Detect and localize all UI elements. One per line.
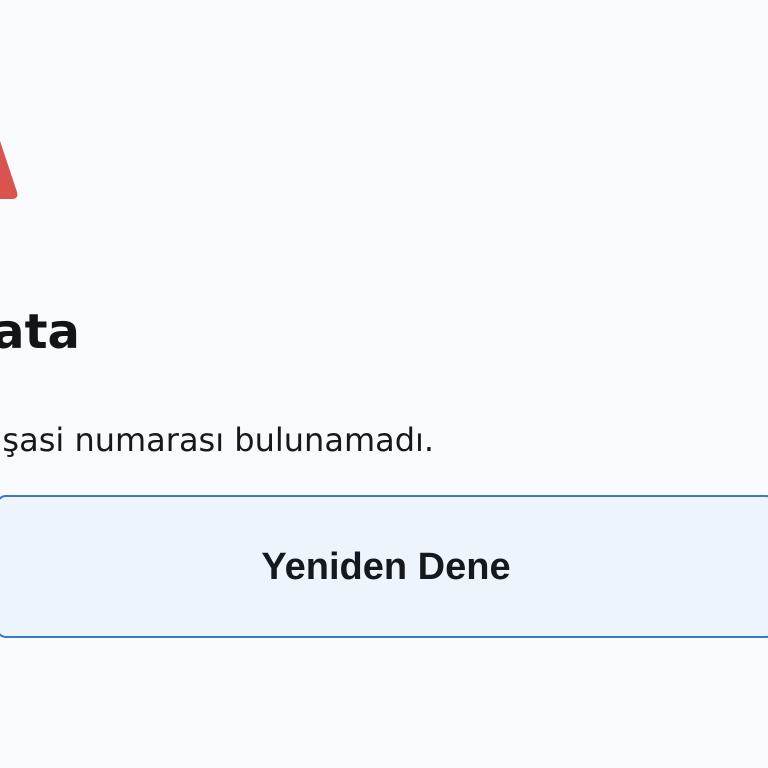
- error-message: Araç şasi numarası bulunamadı.: [0, 421, 435, 459]
- warning-triangle-icon: [0, 141, 18, 199]
- error-screen: Hata Araç şasi numarası bulunamadı. Yeni…: [0, 0, 768, 768]
- retry-button[interactable]: Yeniden Dene: [0, 495, 768, 638]
- error-title: Hata: [0, 304, 80, 361]
- retry-button-label: Yeniden Dene: [261, 545, 511, 588]
